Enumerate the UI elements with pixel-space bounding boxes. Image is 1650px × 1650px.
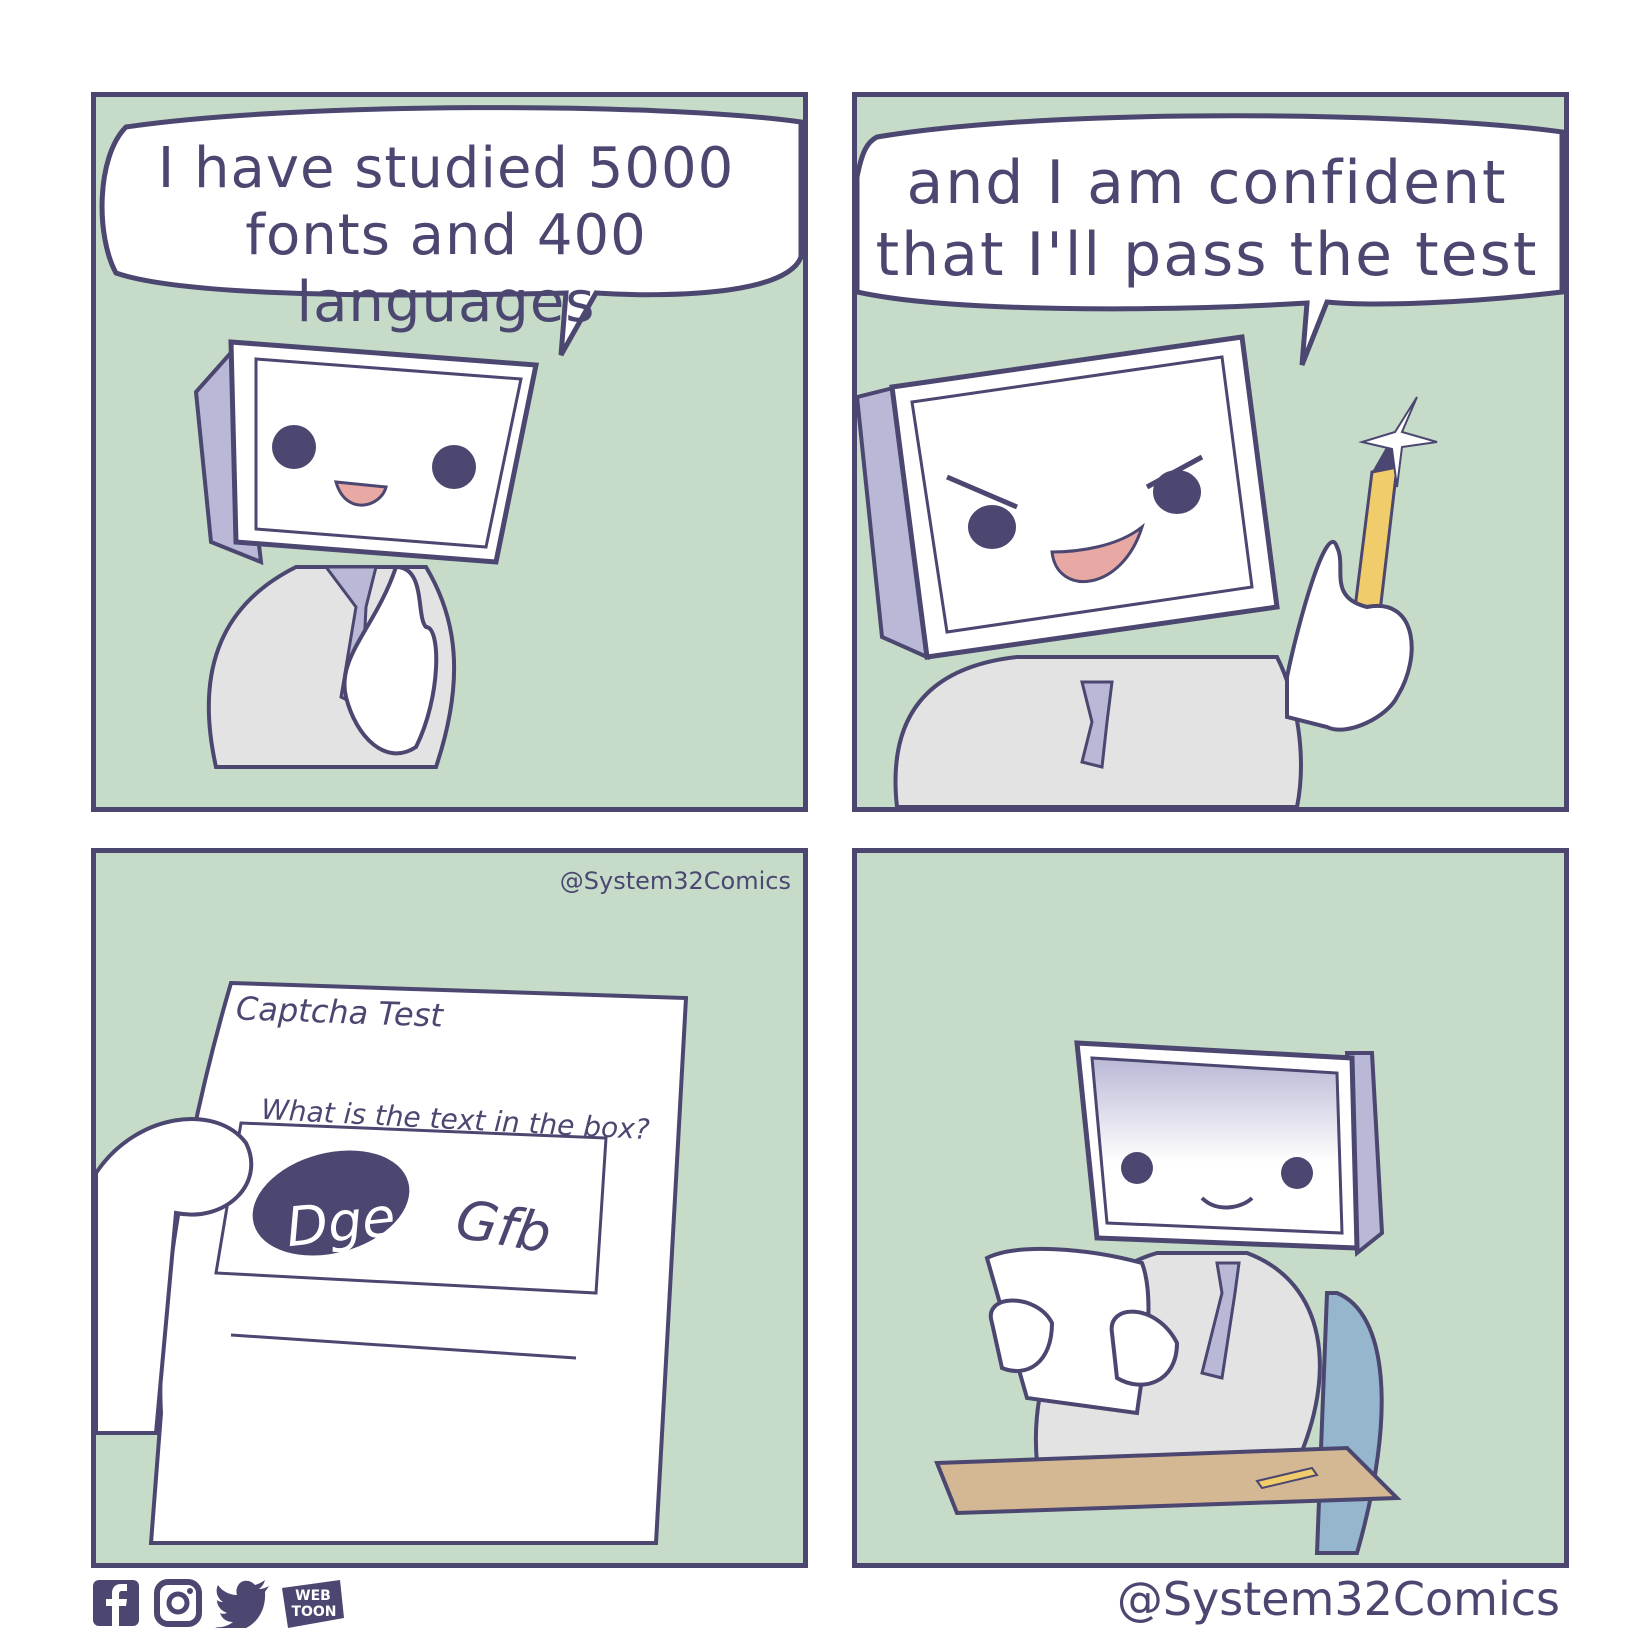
webtoon-label-top: WEB <box>295 1588 331 1604</box>
comic-panel-1: I have studied 5000 fonts and 400 langua… <box>91 92 808 812</box>
facebook-icon[interactable] <box>91 1578 141 1628</box>
speech-line-2: that I'll pass the test <box>875 220 1539 290</box>
thumbs-up-hand <box>1285 539 1414 732</box>
speech-text-2: and I am confident that I'll pass the te… <box>867 147 1547 291</box>
watermark-handle: @System32Comics <box>559 867 791 895</box>
comic-panel-3: @System32Comics Captcha Test What is the… <box>91 848 808 1568</box>
right-eye <box>1281 1157 1313 1189</box>
left-eye <box>1121 1152 1153 1184</box>
right-eye <box>432 445 476 489</box>
speech-text-1: I have studied 5000 fonts and 400 langua… <box>106 135 786 337</box>
footer-handle[interactable]: @System32Comics <box>1117 1572 1560 1626</box>
right-eye <box>1153 470 1201 514</box>
twitter-icon[interactable] <box>215 1578 271 1628</box>
comic-panel-4 <box>852 848 1569 1568</box>
left-eye <box>272 425 316 469</box>
monitor-screen <box>889 334 1280 660</box>
left-eye <box>968 505 1016 549</box>
panel-4-artwork <box>934 1040 1402 1555</box>
captcha-title: Captcha Test <box>235 989 444 1035</box>
speech-line-1: I have studied 5000 <box>157 136 735 201</box>
speech-line-1: and I am confident <box>906 148 1508 218</box>
panel-3-artwork <box>96 980 689 1545</box>
instagram-icon[interactable] <box>153 1578 203 1628</box>
left-hand <box>988 1298 1055 1373</box>
speech-line-2: fonts and 400 languages <box>245 203 647 336</box>
comic-panel-2: and I am confident that I'll pass the te… <box>852 92 1569 812</box>
chair <box>1314 1291 1384 1555</box>
webtoon-label-bottom: TOON <box>291 1604 336 1620</box>
webtoon-icon[interactable]: WEB TOON <box>280 1578 346 1630</box>
